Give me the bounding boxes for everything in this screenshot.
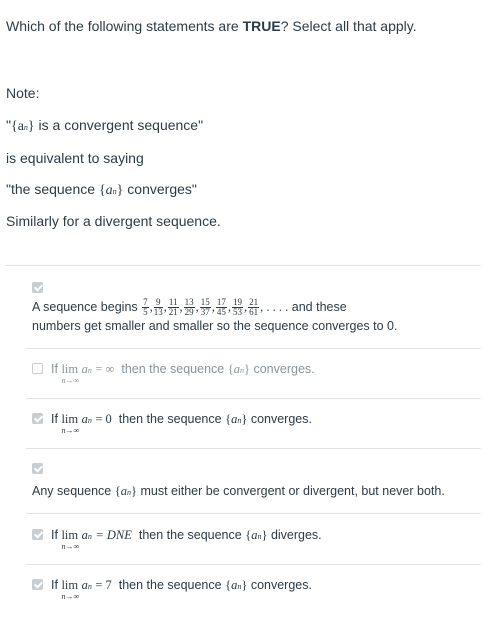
fraction-comma: , [163,299,167,314]
option-3-checkbox[interactable] [32,413,43,424]
fraction-comma: , [149,299,153,314]
note-line-4: Similarly for a divergent sequence. [6,213,221,229]
sequence-fraction: 9 13 [153,297,163,317]
sequence-fraction: 21 61 [248,297,260,317]
sequence-fraction: 17 45 [215,297,227,317]
option-5-checkbox[interactable] [32,529,43,540]
option-1-text[interactable]: A sequence begins 7 5, 9 13, 11 21, 13 29, 15 37,… [32,298,347,317]
sequence-fraction: 11 21 [167,297,179,317]
fraction-comma: , [211,299,215,314]
separator-2 [26,398,481,399]
sequence-fraction: 13 29 [183,297,195,317]
note-line-2: is equivalent to saying [6,150,144,166]
option-4-text[interactable]: Any sequence {an} must either be converg… [32,484,445,499]
option-5-text[interactable]: If lim n→∞ an = DNE then the sequence {an… [51,528,322,551]
fraction-comma: , [195,299,199,314]
question-prefix: Which of the following statements are [6,18,243,34]
option-3-text[interactable]: If lim n→∞ an = 0 then the sequence {an} … [51,412,312,435]
question-text: Which of the following statements are TR… [6,18,417,34]
separator-1 [26,348,481,349]
options-top-separator [6,265,481,266]
sequence-fractions: 7 5, 9 13, 11 21, 13 29, 15 37, 17 45, 19 53, 21 61 [141,297,260,317]
sequence-fraction: 75 [142,297,149,317]
separator-3 [26,448,481,449]
option-2-checkbox[interactable] [32,363,43,374]
separator-5 [26,564,481,565]
note-line-1: "{an} is a convergent sequence" [6,117,204,134]
note-label: Note: [6,85,40,101]
option-6-text[interactable]: If lim n→∞ an = 7 then the sequence {an} … [51,578,312,601]
question-emphasis: TRUE [242,18,281,34]
fraction-comma: , [179,299,183,314]
sequence-fraction: 19 53 [232,297,244,317]
option-1-checkbox[interactable] [32,282,43,293]
fraction-comma: , [227,299,232,314]
note-line-3: "the sequence {an} converges" [6,181,197,198]
option-2-text[interactable]: If lim n→∞ an = ∞ then the sequence {an} … [51,362,315,385]
option-1-line-2: numbers get smaller and smaller so the s… [32,319,398,333]
sequence-fraction: 15 37 [199,297,211,317]
option-4-checkbox[interactable] [32,463,43,474]
question-suffix: ? Select all that apply. [280,18,417,34]
option-6-checkbox[interactable] [32,579,43,590]
separator-4 [26,513,481,514]
fraction-comma: , [244,299,248,314]
